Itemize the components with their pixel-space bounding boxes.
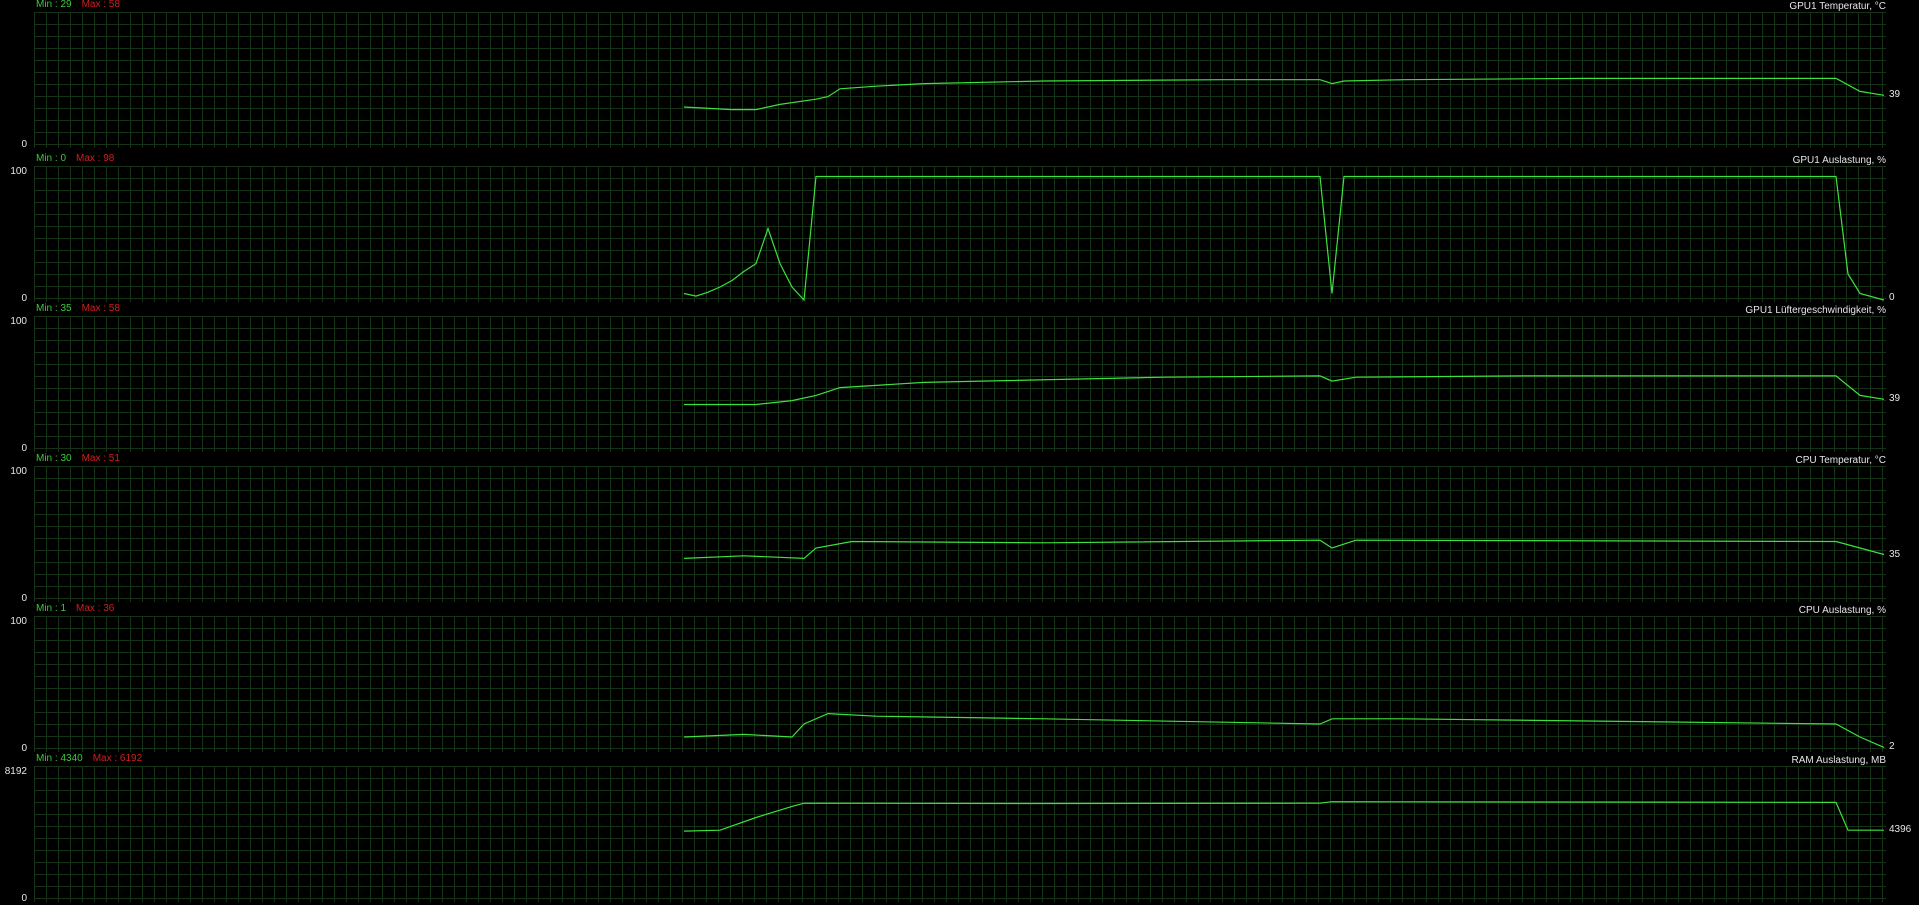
plot-background <box>34 12 1886 148</box>
min-value: Min : 30 <box>36 453 72 464</box>
graph-canvas <box>34 766 1886 902</box>
max-value: Max : 51 <box>81 453 120 464</box>
y-axis-max-label: 8192 <box>4 766 27 777</box>
current-value: 39 <box>1889 393 1901 405</box>
graph-panel-gpu1-temperatur-c: Min : 29 Max : 58 GPU1 Temperatur, °C 0 39 <box>0 0 1919 150</box>
max-value: Max : 6192 <box>92 753 143 764</box>
max-value: Max : 58 <box>81 303 120 314</box>
plot-area[interactable] <box>34 12 1886 148</box>
current-value: 4396 <box>1889 824 1912 836</box>
y-axis-min-label: 0 <box>21 893 27 904</box>
min-value: Min : 29 <box>36 0 72 10</box>
min-value: Min : 35 <box>36 303 72 314</box>
plot-area[interactable] <box>34 166 1886 302</box>
hardware-monitor-graphs: Min : 29 Max : 58 GPU1 Temperatur, °C 0 39 Mi… <box>0 0 1919 905</box>
graph-canvas <box>34 166 1886 302</box>
plot-area[interactable] <box>34 466 1886 602</box>
graph-canvas <box>34 12 1886 148</box>
plot-area[interactable] <box>34 316 1886 452</box>
min-max-readout: Min : 0 Max : 98 <box>36 153 114 165</box>
graph-panel-cpu-temperatur-c: Min : 30 Max : 51 CPU Temperatur, °C 100 0 35 <box>0 453 1919 604</box>
min-value: Min : 4340 <box>36 753 83 764</box>
plot-background <box>34 466 1886 602</box>
graph-panel-cpu-auslastung: Min : 1 Max : 36 CPU Auslastung, % 100 0 2 <box>0 603 1919 754</box>
current-value: 35 <box>1889 548 1901 560</box>
current-value: 39 <box>1889 89 1901 101</box>
min-max-readout: Min : 1 Max : 36 <box>36 603 114 615</box>
min-value: Min : 0 <box>36 153 67 164</box>
graph-canvas <box>34 616 1886 752</box>
current-value: 0 <box>1889 292 1895 303</box>
y-axis-max-label: 100 <box>10 166 27 177</box>
min-max-readout: Min : 35 Max : 58 <box>36 303 120 315</box>
plot-area[interactable] <box>34 616 1886 752</box>
plot-background <box>34 616 1886 752</box>
graph-canvas <box>34 316 1886 452</box>
min-value: Min : 1 <box>36 603 67 614</box>
plot-background <box>34 316 1886 452</box>
plot-background <box>34 766 1886 902</box>
y-axis-max-label: 100 <box>10 616 27 627</box>
min-max-readout: Min : 30 Max : 51 <box>36 453 120 465</box>
plot-area[interactable] <box>34 766 1886 902</box>
graph-panel-ram-auslastung-mb: Min : 4340 Max : 6192 RAM Auslastung, MB 81… <box>0 753 1919 904</box>
y-axis-min-label: 0 <box>21 139 27 150</box>
graph-panel-gpu1-auslastung: Min : 0 Max : 98 GPU1 Auslastung, % 100 0 0 <box>0 153 1919 304</box>
min-max-readout: Min : 29 Max : 58 <box>36 0 120 11</box>
plot-background <box>34 166 1886 302</box>
y-axis-max-label: 100 <box>10 316 27 327</box>
max-value: Max : 58 <box>81 0 120 10</box>
max-value: Max : 36 <box>76 603 115 614</box>
y-axis-max-label: 100 <box>10 466 27 477</box>
min-max-readout: Min : 4340 Max : 6192 <box>36 753 142 765</box>
max-value: Max : 98 <box>76 153 115 164</box>
graph-canvas <box>34 466 1886 602</box>
graph-panel-gpu1-l-ftergeschwindigkeit: Min : 35 Max : 58 GPU1 Lüftergeschwindigke… <box>0 303 1919 454</box>
current-value: 2 <box>1889 741 1895 753</box>
